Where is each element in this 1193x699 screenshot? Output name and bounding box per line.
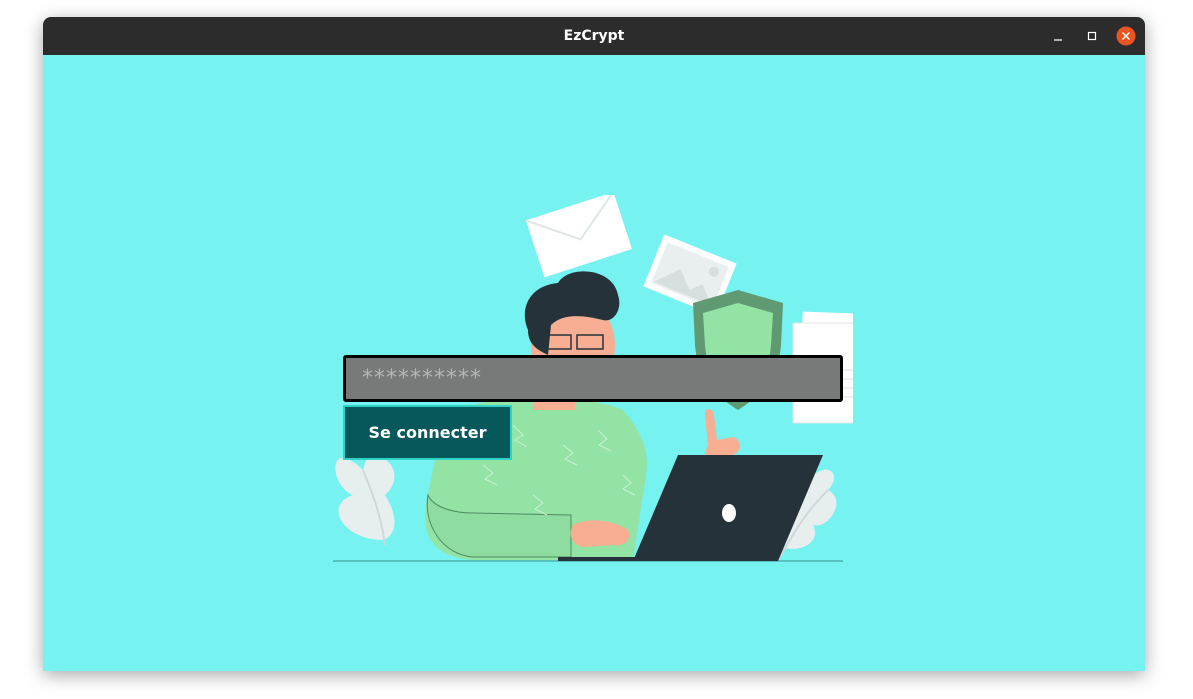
login-button[interactable]: Se connecter	[343, 405, 512, 460]
title-bar[interactable]: EzCrypt	[43, 17, 1145, 56]
close-button[interactable]	[1116, 26, 1136, 46]
close-icon	[1116, 26, 1136, 46]
minimize-icon	[1054, 39, 1062, 41]
app-window: EzCrypt Se connecter	[43, 17, 1145, 671]
left-plant-icon	[335, 453, 395, 546]
maximize-icon	[1087, 31, 1097, 41]
envelope-icon	[525, 195, 632, 278]
maximize-button[interactable]	[1082, 26, 1102, 46]
password-input[interactable]	[343, 355, 843, 402]
minimize-button[interactable]	[1048, 26, 1068, 46]
login-screen: Se connecter	[43, 55, 1145, 671]
window-title: EzCrypt	[563, 28, 625, 44]
